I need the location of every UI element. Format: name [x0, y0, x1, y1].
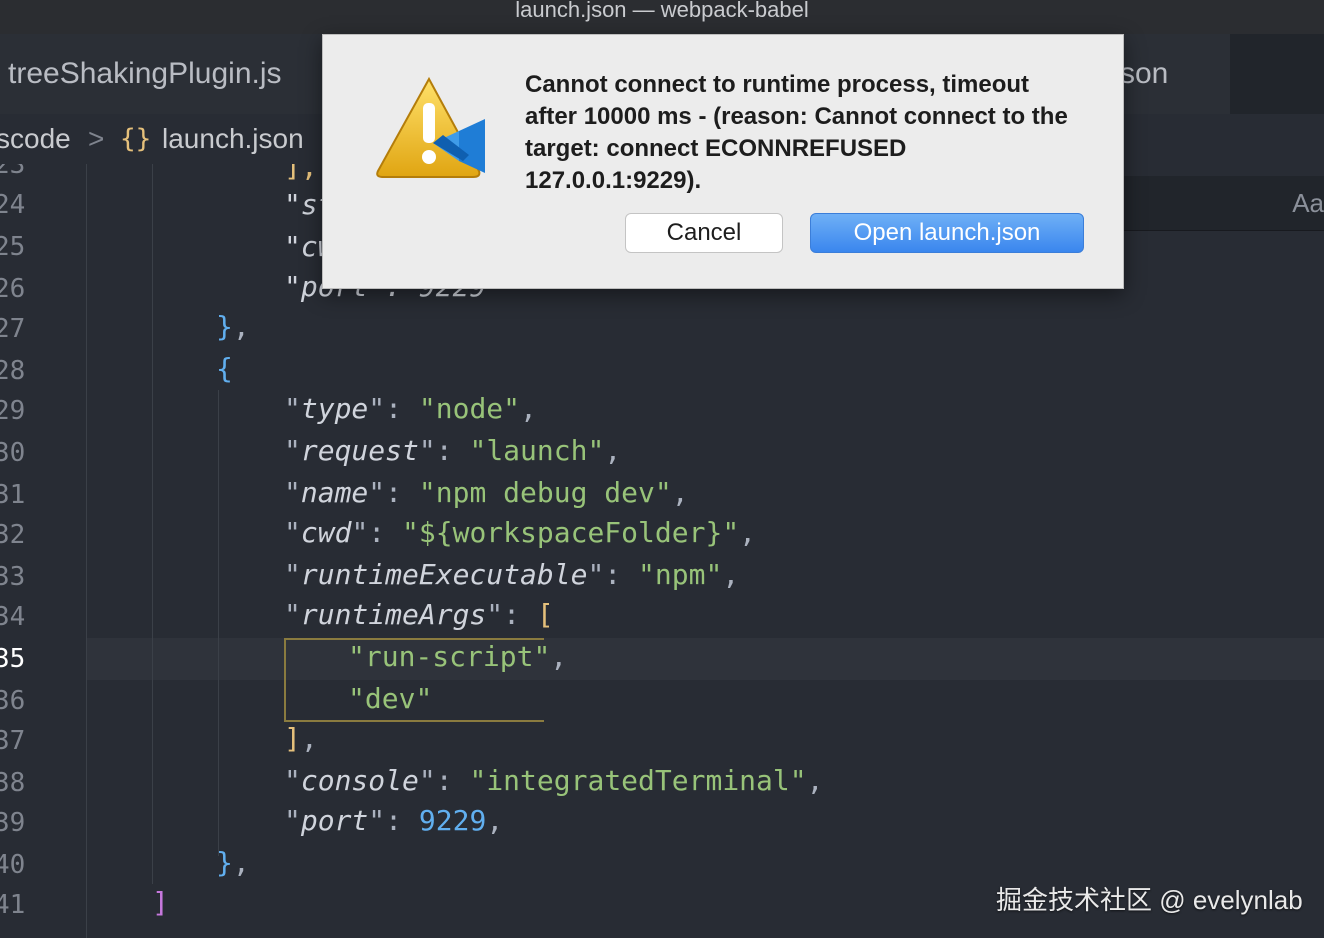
code-line: {	[216, 352, 233, 385]
code-line: "run-script",	[348, 640, 568, 673]
line-number: 32	[0, 520, 26, 550]
line-number: 33	[0, 562, 26, 592]
line-number: 28	[0, 356, 26, 386]
breadcrumb-folder[interactable]: scode	[0, 114, 71, 164]
code-line: "request": "launch",	[284, 434, 622, 467]
json-file-icon: {}	[120, 124, 152, 154]
window-title: launch.json — webpack-babel	[515, 0, 809, 22]
code-line: "dev"	[348, 682, 433, 715]
tab-treeshakingplugin[interactable]: treeShakingPlugin.js	[0, 34, 330, 114]
line-number: 34	[0, 602, 26, 632]
code-line: ],	[284, 722, 318, 755]
line-number: 37	[0, 726, 26, 756]
watermark: 掘金技术社区 @ evelynlab	[996, 885, 1303, 915]
line-number: 36	[0, 686, 26, 716]
line-number: 24	[0, 190, 26, 220]
code-line: ],	[284, 164, 318, 183]
code-line: "console": "integratedTerminal",	[284, 764, 824, 797]
code-line: "port": 9229,	[284, 804, 504, 837]
line-number: 23	[0, 164, 26, 180]
line-number: 30	[0, 438, 26, 468]
code-line: "name": "npm debug dev",	[284, 476, 689, 509]
line-number: 40	[0, 850, 26, 880]
line-number: 26	[0, 274, 26, 304]
line-number: 29	[0, 396, 26, 426]
line-number: 41	[0, 890, 26, 920]
line-number: 27	[0, 314, 26, 344]
line-number: 38	[0, 768, 26, 798]
warning-vscode-icon	[376, 76, 485, 178]
open-launch-json-button[interactable]: Open launch.json	[810, 213, 1084, 253]
code-line: "type": "node",	[284, 392, 537, 425]
error-dialog: Cannot connect to runtime process, timeo…	[322, 34, 1124, 289]
code-line: ]	[152, 886, 169, 919]
line-number: 31	[0, 480, 26, 510]
dialog-message: Cannot connect to runtime process, timeo…	[525, 71, 1068, 194]
indent-guide	[218, 390, 219, 856]
indent-guide	[86, 164, 87, 938]
tab-launch-json[interactable]: son	[1110, 34, 1230, 114]
cancel-button[interactable]: Cancel	[625, 213, 783, 253]
code-line: "cwd": "${workspaceFolder}",	[284, 516, 757, 549]
code-line: },	[216, 310, 250, 343]
code-line: "runtimeExecutable": "npm",	[284, 558, 740, 591]
breadcrumb-file[interactable]: launch.json	[162, 114, 304, 164]
line-number: 25	[0, 232, 26, 262]
code-line: "runtimeArgs": [	[284, 598, 554, 631]
line-number-active: 35	[0, 644, 26, 674]
line-number: 39	[0, 808, 26, 838]
chevron-right-icon: >	[88, 123, 105, 154]
indent-guide	[152, 164, 153, 884]
current-line-highlight	[86, 638, 1324, 680]
code-line: },	[216, 846, 250, 879]
title-bar: launch.json — webpack-babel	[0, 0, 1324, 34]
